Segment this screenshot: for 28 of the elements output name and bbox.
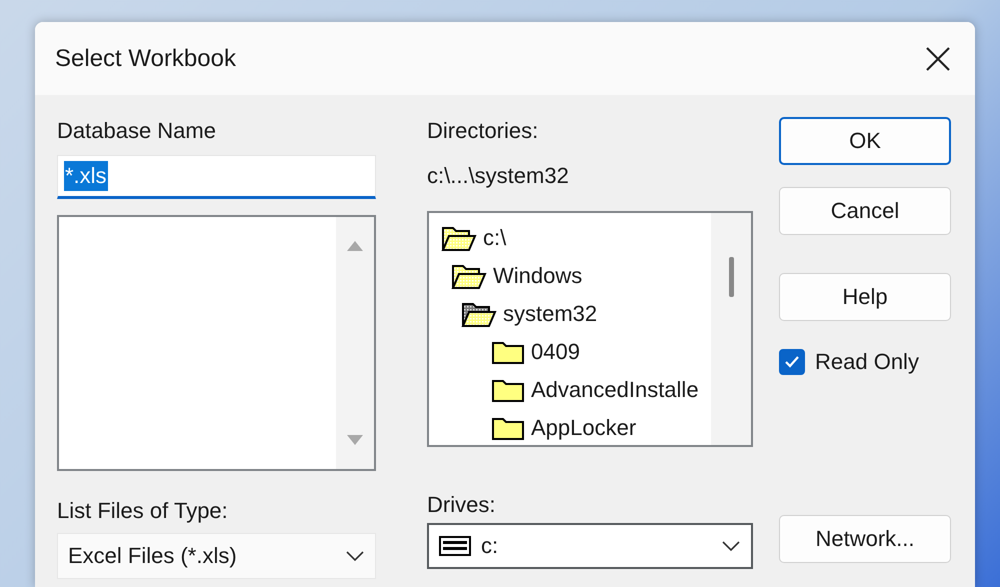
scrollbar-thumb[interactable] — [728, 257, 734, 297]
chevron-down-icon — [721, 540, 741, 552]
file-type-label: List Files of Type: — [57, 497, 228, 525]
close-icon — [925, 46, 951, 72]
drives-dropdown[interactable]: c: — [427, 523, 753, 569]
file-type-dropdown[interactable]: Excel Files (*.xls) — [57, 533, 376, 579]
read-only-label: Read Only — [815, 349, 919, 375]
directories-label: Directories: — [427, 117, 538, 145]
network-button[interactable]: Network... — [779, 515, 951, 563]
directory-item[interactable]: 0409 — [429, 333, 711, 371]
dialog-button[interactable]: OK — [779, 117, 951, 165]
file-list[interactable] — [57, 215, 376, 471]
directory-item[interactable]: AppLocker — [429, 409, 711, 445]
directory-item[interactable]: Windows — [429, 257, 711, 295]
directory-item[interactable]: AdvancedInstalle — [429, 371, 711, 409]
dialog-button[interactable]: Help — [779, 273, 951, 321]
dialog-button[interactable]: Cancel — [779, 187, 951, 235]
database-name-field[interactable]: *.xls — [57, 155, 376, 199]
directory-item[interactable]: system32 — [429, 295, 711, 333]
directory-item[interactable]: c:\ — [429, 219, 711, 257]
chevron-down-icon — [345, 550, 365, 562]
drives-label: Drives: — [427, 491, 496, 519]
field-value: *.xls — [64, 161, 108, 191]
window-title: Select Workbook — [55, 44, 236, 72]
database-name-label: Database Name — [57, 117, 216, 145]
current-path: c:\...\system32 — [427, 163, 569, 189]
drive-icon — [439, 536, 471, 556]
read-only-checkbox[interactable] — [779, 349, 805, 375]
